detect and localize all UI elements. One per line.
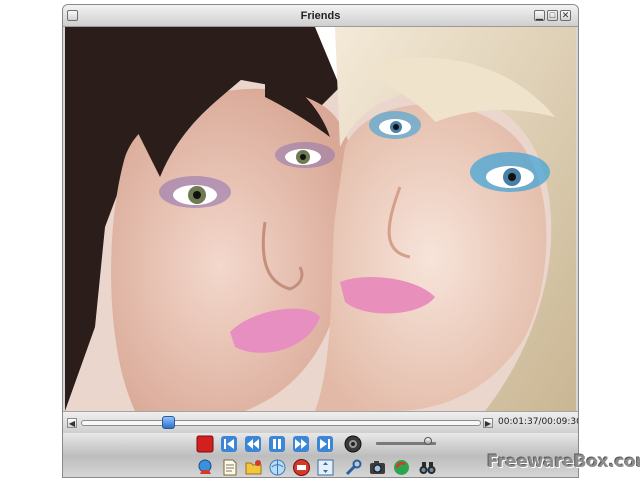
player-window: Friends ▁ □ ✕ ◀ ▶ 00:01:37/00:09:30	[62, 4, 579, 478]
maximize-icon: □	[549, 10, 556, 20]
next-button[interactable]	[316, 435, 334, 453]
subtitle-button[interactable]	[292, 458, 311, 477]
forward-button[interactable]	[292, 435, 310, 453]
minimize-icon: ▁	[536, 10, 543, 20]
globe-icon	[269, 459, 286, 476]
maximize-button[interactable]: □	[547, 10, 558, 21]
seek-thumb[interactable]	[162, 416, 176, 429]
previous-icon	[221, 436, 237, 452]
document-icon	[223, 459, 237, 476]
globe-arrow-icon	[198, 459, 212, 474]
wrench-icon	[345, 459, 362, 476]
pause-icon	[269, 436, 285, 452]
internet-button[interactable]	[268, 458, 287, 477]
stop-icon	[196, 435, 214, 453]
pause-button[interactable]	[268, 435, 286, 453]
rewind-icon	[245, 436, 261, 452]
stop-button[interactable]	[196, 435, 214, 453]
close-icon: ✕	[561, 10, 570, 20]
binoculars-icon	[419, 462, 436, 474]
snapshot-button[interactable]	[368, 458, 387, 477]
seek-bar-area: ◀ ▶ 00:01:37/00:09:30	[63, 411, 578, 433]
folder-icon	[245, 460, 262, 475]
recycle-button[interactable]	[392, 458, 411, 477]
tools-button[interactable]	[344, 458, 363, 477]
mute-button[interactable]	[344, 435, 362, 453]
camera-icon	[370, 461, 385, 474]
time-readout: 00:01:37/00:09:30	[498, 417, 579, 427]
fullscreen-button[interactable]	[316, 458, 335, 477]
close-button[interactable]: ✕	[560, 10, 571, 21]
fullscreen-icon	[317, 459, 334, 476]
search-button[interactable]	[418, 458, 437, 477]
window-title: Friends	[300, 10, 341, 22]
watermark-text: FreewareBox.com	[487, 452, 640, 472]
seek-forward-arrow-icon[interactable]: ▶	[483, 418, 493, 428]
forward-icon	[293, 436, 309, 452]
open-folder-button[interactable]	[244, 458, 263, 477]
next-icon	[317, 436, 333, 452]
video-area[interactable]	[65, 27, 576, 411]
minimize-button[interactable]: ▁	[534, 10, 545, 21]
previous-button[interactable]	[220, 435, 238, 453]
speaker-icon	[344, 435, 362, 453]
video-frame	[65, 27, 576, 411]
seek-track[interactable]	[81, 420, 481, 426]
rewind-button[interactable]	[244, 435, 262, 453]
seek-back-arrow-icon[interactable]: ◀	[67, 418, 77, 428]
sub-icon	[293, 459, 310, 476]
download-button[interactable]	[196, 458, 215, 477]
title-bar[interactable]: Friends ▁ □ ✕	[63, 5, 578, 27]
playlist-button[interactable]	[220, 458, 239, 477]
recycle-icon	[394, 460, 409, 475]
